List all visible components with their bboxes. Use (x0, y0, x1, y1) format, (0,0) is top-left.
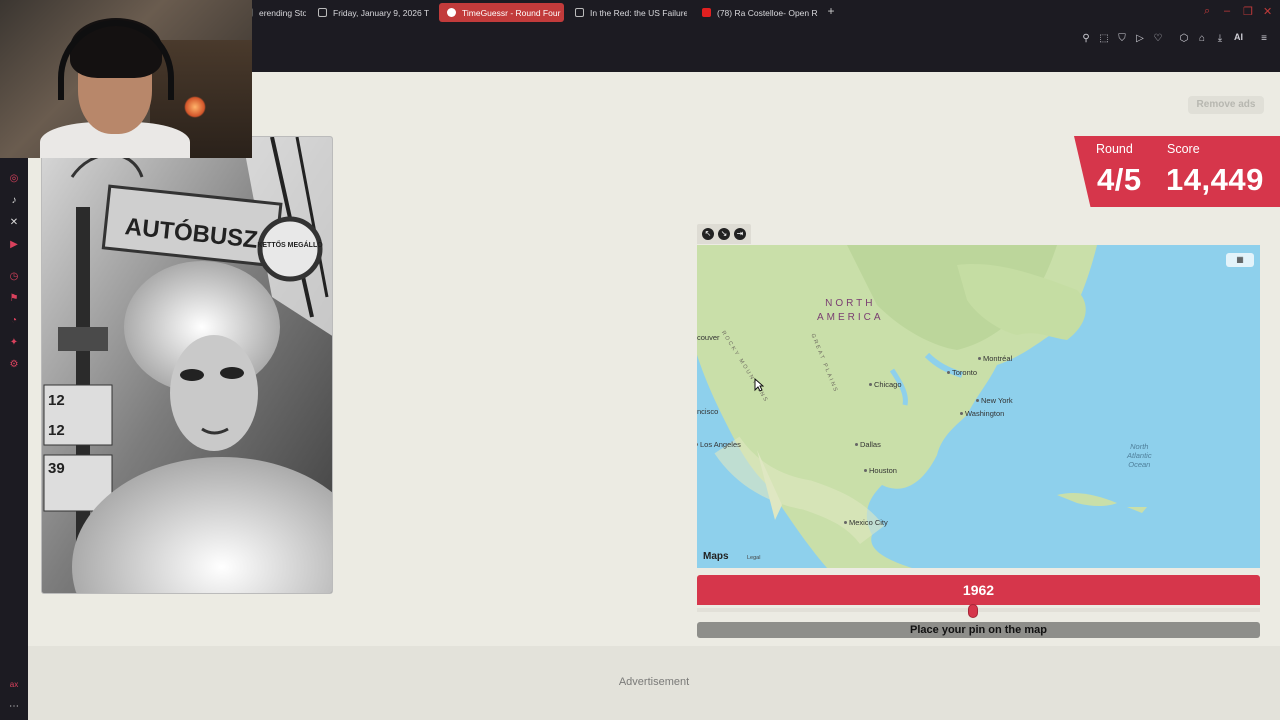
ocean-label: North Atlantic Ocean (1127, 442, 1152, 469)
city-label: Toronto (946, 368, 978, 377)
puzzle-icon[interactable]: ✦ (7, 336, 21, 350)
remove-ads-button[interactable]: Remove ads (1188, 96, 1264, 114)
search-icon[interactable]: ⌕ (1204, 5, 1210, 18)
webcam-overlay (0, 0, 252, 158)
place-pin-button[interactable]: Place your pin on the map (697, 622, 1260, 638)
city-label: New York (976, 396, 1013, 405)
screenshot-icon[interactable]: ⬚ (1098, 33, 1110, 45)
tab-4[interactable]: (78) Ra Costelloe- Open R (694, 3, 818, 22)
tab-3[interactable]: In the Red: the US Failure (567, 3, 687, 22)
account-icon[interactable]: ⌂ (1196, 33, 1208, 45)
mouse-cursor-icon (754, 378, 764, 392)
map-toolbar: ↖ ↘ ⇥ (697, 224, 751, 244)
map-type-icon[interactable]: ▦ (1226, 253, 1254, 267)
maximize-icon[interactable]: ❐ (1243, 5, 1253, 18)
shrink-map-icon[interactable]: ↖ (702, 228, 714, 240)
tab-label: TimeGuessr - Round Four (462, 7, 561, 18)
round-photo[interactable]: AUTÓBUSZ KETTŐS MEGÁLLÓ 12 12 39 (41, 136, 333, 594)
shield-icon[interactable]: ⛉ (1116, 33, 1128, 45)
city-label: Washington (959, 409, 1005, 418)
expand-map-icon[interactable]: ↘ (718, 228, 730, 240)
pin-icon[interactable]: ⚲ (1080, 33, 1092, 45)
document-icon (575, 8, 584, 17)
map-legal-link[interactable]: Legal (747, 555, 760, 561)
region-line: AMERICA (817, 312, 884, 323)
youtube-icon (702, 8, 711, 17)
heart-icon[interactable]: ♡ (1152, 33, 1164, 45)
calendar-icon (318, 8, 327, 17)
tab-label: erending Sto (259, 7, 306, 18)
maps-logo-text: Maps (703, 551, 729, 562)
download-icon[interactable]: ⤓ (1214, 33, 1226, 45)
photo-image: AUTÓBUSZ KETTŐS MEGÁLLÓ 12 12 39 (42, 137, 332, 593)
route-number: 12 (48, 422, 65, 439)
tab-label: Friday, January 9, 2026 T (333, 7, 430, 18)
minimize-icon[interactable]: – (1224, 5, 1230, 17)
score-panel: Round Score 4/5 14,449 (1074, 136, 1280, 207)
city-label: Dallas (855, 440, 881, 449)
new-tab-button[interactable]: + (824, 4, 838, 18)
youtube-icon[interactable]: ▶ (7, 238, 21, 252)
year-display: 1962 (697, 575, 1260, 605)
year-slider-thumb[interactable] (967, 604, 978, 618)
advertisement-area: Advertisement (28, 646, 1280, 720)
score-value: 14,449 (1166, 162, 1264, 197)
score-label: Score (1167, 142, 1200, 156)
city-label: Montréal (977, 354, 1013, 363)
round-value: 4/5 (1097, 162, 1142, 197)
city-label: Chicago (869, 380, 902, 389)
route-number: 12 (48, 392, 65, 409)
more-icon[interactable]: ⋯ (7, 700, 21, 714)
ax-icon[interactable]: ax (7, 678, 21, 692)
round-label: Round (1096, 142, 1133, 156)
pin-map-icon[interactable]: ⇥ (734, 228, 746, 240)
close-icon[interactable]: ✕ (1263, 5, 1272, 18)
guess-map[interactable]: NORTH AMERICA ROCKY MOUNTAINS GREAT PLAI… (697, 245, 1260, 568)
sidebar: ◎ ♪ ✕ ▶ ◷ ⚑ ◔ ✦ ⚙ ax ⋯ (0, 72, 28, 720)
advertisement-label: Advertisement (618, 676, 690, 688)
tab-1[interactable]: Friday, January 9, 2026 T (310, 3, 434, 22)
year-slider-track[interactable] (697, 608, 1260, 612)
settings-icon[interactable]: ⚙ (7, 358, 21, 372)
bookmark-icon[interactable]: ⚑ (7, 292, 21, 306)
map-land (697, 245, 1147, 568)
x-icon[interactable]: ✕ (7, 216, 21, 230)
stop-text: KETTŐS MEGÁLLÓ (257, 240, 323, 249)
city-label: Houston (864, 466, 897, 475)
maps-logo: Maps (703, 551, 729, 562)
history-icon[interactable]: ◷ (7, 270, 21, 284)
city-label: Los Angeles (697, 440, 741, 449)
ocean-line: Ocean (1128, 460, 1151, 469)
ocean-line: North (1130, 442, 1149, 451)
menu-icon[interactable]: ≡ (1258, 33, 1270, 45)
instagram-icon[interactable]: ◎ (7, 172, 21, 186)
city-label: ncisco (697, 407, 719, 416)
clock-icon[interactable]: ◔ (7, 314, 21, 328)
region-line: NORTH (825, 298, 876, 309)
tiktok-icon[interactable]: ♪ (7, 194, 21, 208)
webcam-lamp (184, 96, 206, 118)
map-region-label: NORTH AMERICA (817, 297, 884, 325)
ocean-line: Atlantic (1127, 451, 1152, 460)
play-icon[interactable]: ▷ (1134, 33, 1146, 45)
city-label: couver (697, 333, 720, 342)
route-number: 39 (48, 460, 65, 477)
ai-button[interactable]: AI (1234, 32, 1243, 42)
tab-timeguessr[interactable]: TimeGuessr - Round Four (439, 3, 564, 22)
city-label: Mexico City (844, 518, 888, 527)
extensions-icon[interactable]: ⬡ (1178, 33, 1190, 45)
tab-label: In the Red: the US Failure (590, 7, 687, 18)
globe-icon (447, 8, 456, 17)
tab-label: (78) Ra Costelloe- Open R (717, 7, 818, 18)
